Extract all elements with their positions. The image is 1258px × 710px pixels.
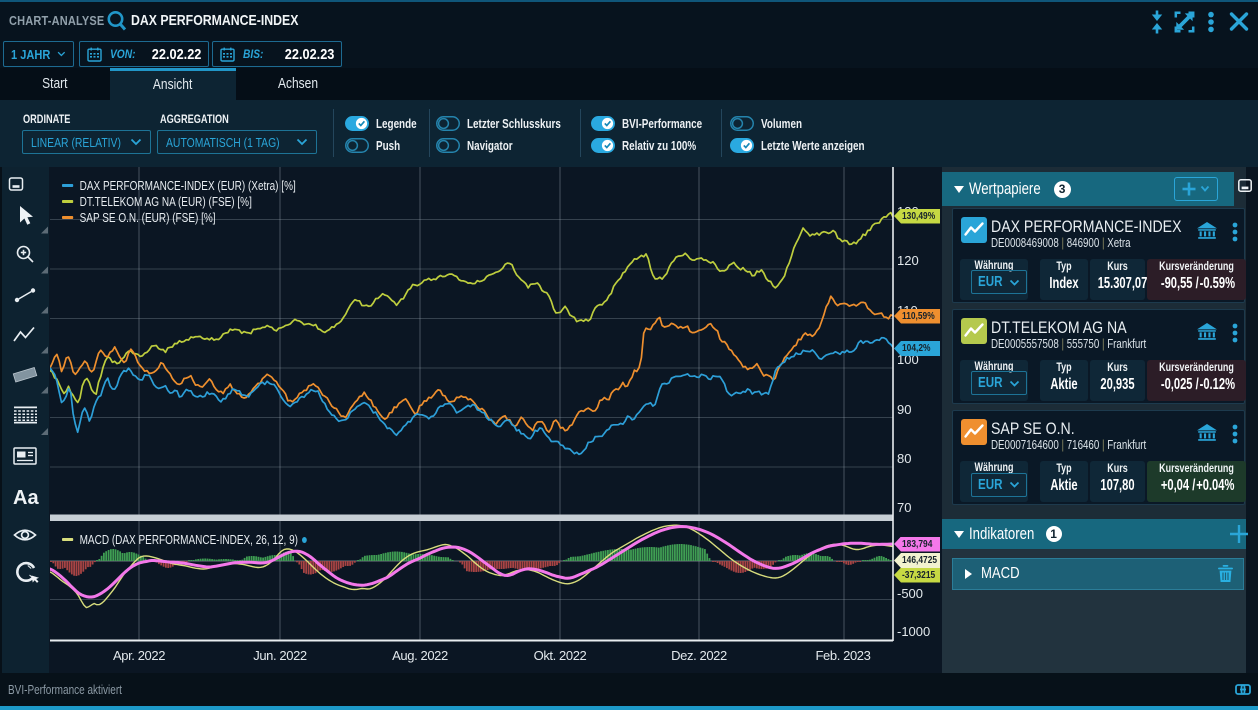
svg-text:Aa: Aa	[13, 487, 39, 509]
